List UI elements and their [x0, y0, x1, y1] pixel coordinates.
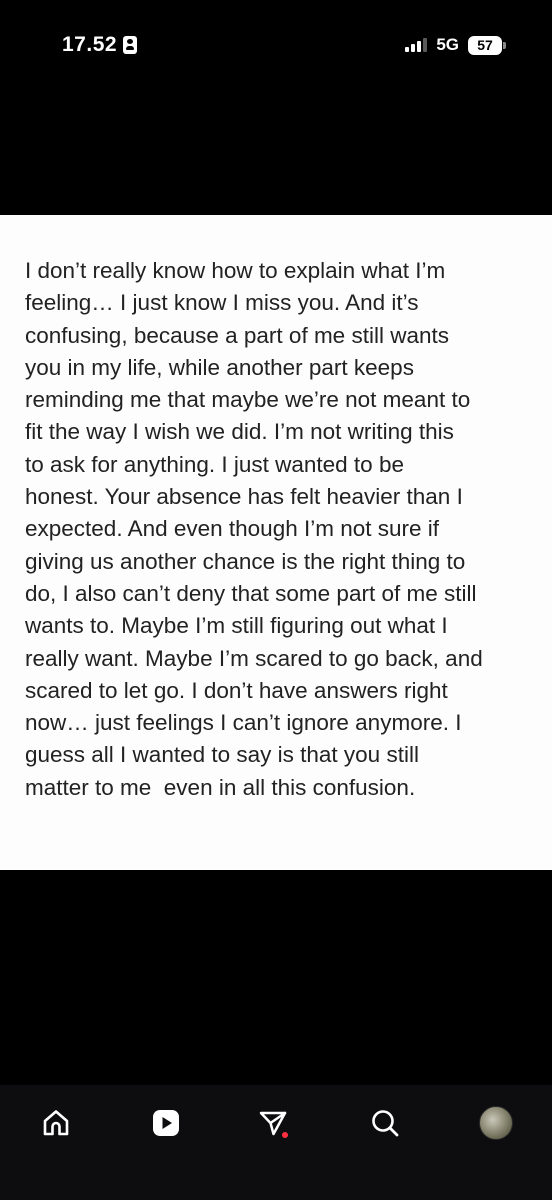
bottom-tab-bar: [0, 1085, 552, 1200]
contact-card-icon: [123, 36, 138, 54]
note-line: giving us another chance is the right th…: [25, 548, 466, 574]
note-line: now… just feelings I can’t ignore anymor…: [25, 710, 462, 736]
note-line: do, I also can’t deny that some part of …: [25, 580, 477, 606]
home-icon: [43, 1110, 69, 1136]
note-card: I don’t really know how to explain what …: [0, 215, 552, 870]
tab-reels[interactable]: [144, 1101, 188, 1145]
tab-profile[interactable]: [474, 1101, 518, 1145]
status-time-group: 17.52: [62, 32, 138, 58]
battery-tip: [503, 41, 506, 49]
tab-search[interactable]: [363, 1101, 407, 1145]
note-line: fit the way I wish we did. I’m not writi…: [25, 419, 454, 445]
signal-strength-icon: [405, 38, 428, 52]
notification-dot: [282, 1132, 288, 1138]
tab-messages[interactable]: [251, 1101, 295, 1145]
tab-home[interactable]: [34, 1101, 78, 1145]
status-indicators: 5G 57: [405, 35, 506, 55]
search-icon: [372, 1110, 399, 1137]
note-line: feeling… I just know I miss you. And it’…: [25, 290, 419, 316]
note-line: honest. Your absence has felt heavier th…: [25, 484, 463, 510]
note-line: you in my life, while another part keeps: [25, 354, 414, 380]
note-line: I don’t really know how to explain what …: [25, 258, 446, 283]
network-type: 5G: [436, 35, 459, 54]
note-line: really want. Maybe I’m scared to go back…: [25, 645, 483, 671]
note-line: wants to. Maybe I’m still figuring out w…: [25, 613, 448, 639]
note-line: expected. And even though I’m not sure i…: [25, 516, 440, 542]
battery-icon: 57: [468, 35, 506, 55]
status-bar: 17.52 5G 57: [0, 0, 552, 90]
battery-level: 57: [468, 35, 502, 55]
note-text: I don’t really know how to explain what …: [25, 255, 535, 804]
avatar: [479, 1106, 513, 1140]
note-line: scared to let go. I don’t have answers r…: [25, 677, 448, 703]
note-line: matter to me even in all this confusion.: [25, 774, 416, 800]
note-line: reminding me that maybe we’re not meant …: [25, 387, 471, 413]
status-time: 17.52: [62, 33, 118, 56]
note-line: to ask for anything. I just wanted to be: [25, 451, 404, 477]
note-line: guess all I wanted to say is that you st…: [25, 742, 419, 768]
play-icon: [153, 1110, 179, 1136]
note-line: confusing, because a part of me still wa…: [25, 322, 449, 348]
